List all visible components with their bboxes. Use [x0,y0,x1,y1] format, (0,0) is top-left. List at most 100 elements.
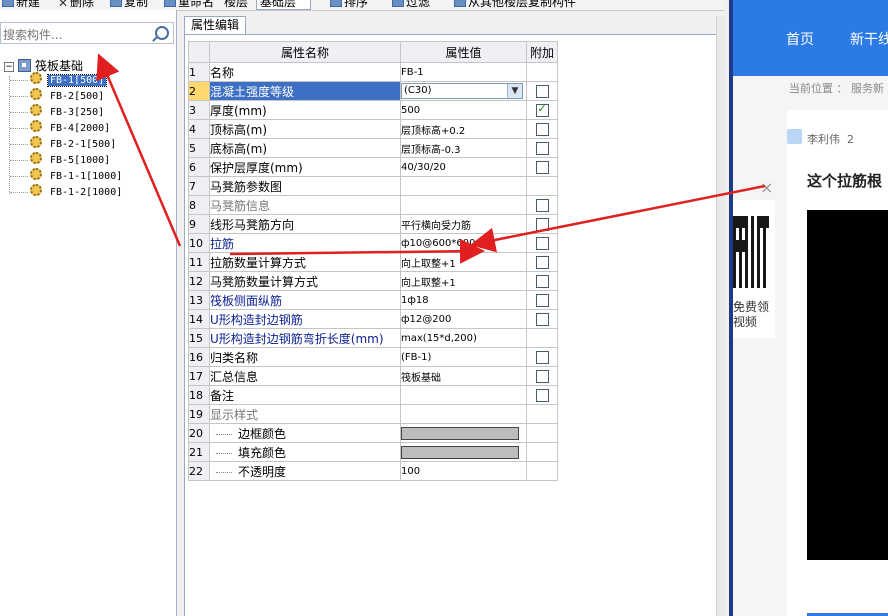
tree-item[interactable]: FB-5[1000] [9,152,112,168]
property-value-cell[interactable] [400,423,527,443]
tree-item[interactable]: FB-4[2000] [9,120,112,136]
property-name-cell[interactable]: U形构造封边钢筋弯折长度(mm) [209,328,401,348]
property-value-cell[interactable]: 层顶标高-0.3 [400,138,527,158]
property-name-cell[interactable]: 拉筋 [209,233,401,253]
nav-next-link[interactable]: 新干线 [850,29,888,49]
extra-checkbox[interactable] [535,312,549,326]
delete-button[interactable]: ✕ 删除 [58,0,94,10]
property-row[interactable]: 12 马凳筋数量计算方式 向上取整+1 [188,271,558,291]
border-color-swatch[interactable] [401,426,519,440]
property-name-cell[interactable]: 拉筋数量计算方式 [209,252,401,272]
rename-button[interactable]: 重命名 [164,0,214,10]
tree-item[interactable]: FB-1[500] [9,72,108,88]
author-name[interactable]: 李利伟 [807,133,840,146]
property-value-cell[interactable] [400,176,527,196]
tab-property-edit[interactable]: 属性编辑 [184,16,247,34]
tree-item[interactable]: FB-1-2[1000] [9,184,124,200]
search-box[interactable]: 搜索构件... [0,22,174,44]
property-row[interactable]: 2 混凝土强度等级 (C30) ▼ [188,81,558,101]
property-row[interactable]: 18 备注 [188,385,558,405]
property-row[interactable]: 11 拉筋数量计算方式 向上取整+1 [188,252,558,272]
video-player[interactable] [807,210,888,560]
extra-checkbox[interactable] [535,350,549,364]
property-value-cell[interactable]: FB-1 [400,62,527,82]
property-name-cell[interactable]: 填充颜色 [209,442,401,462]
property-value-cell[interactable]: (C30) ▼ [400,81,527,101]
property-value-cell[interactable]: ф12@200 [400,309,527,329]
property-row[interactable]: 17 汇总信息 筏板基础 [188,366,558,386]
property-row[interactable]: 8 马凳筋信息 [188,195,558,215]
property-row[interactable]: 5 底标高(m) 层顶标高-0.3 [188,138,558,158]
property-value-cell[interactable]: ф10@600*600 [400,233,527,253]
property-name-cell[interactable]: 不透明度 [209,461,401,481]
property-row[interactable]: 4 顶标高(m) 层顶标高+0.2 [188,119,558,139]
property-value-cell[interactable] [400,195,527,215]
copy-button[interactable]: 复制 [110,0,148,10]
property-name-cell[interactable]: 底标高(m) [209,138,401,158]
tree-item[interactable]: FB-2-1[500] [9,136,118,152]
extra-checkbox[interactable] [535,255,549,269]
property-name-cell[interactable]: 保护层厚度(mm) [209,157,401,177]
extra-checkbox[interactable] [535,274,549,288]
property-row[interactable]: 16 归类名称 (FB-1) [188,347,558,367]
nav-home-link[interactable]: 首页 [786,29,814,49]
property-value-cell[interactable] [400,404,527,424]
filter-button[interactable]: 过滤 [392,0,430,10]
property-value-cell[interactable]: 500 [400,100,527,120]
property-value-cell[interactable] [400,385,527,405]
property-row[interactable]: 9 线形马凳筋方向 平行横向受力筋 [188,214,558,234]
property-name-cell[interactable]: U形构造封边钢筋 [209,309,401,329]
extra-checkbox[interactable] [535,217,549,231]
fill-color-swatch[interactable] [401,445,519,459]
property-name-cell[interactable]: 线形马凳筋方向 [209,214,401,234]
property-value-cell[interactable]: 平行横向受力筋 [400,214,527,234]
property-value-cell[interactable]: 1ф18 [400,290,527,310]
floor-select[interactable]: 基础层 [256,0,312,10]
extra-checkbox[interactable] [535,84,549,98]
property-value-cell[interactable]: 向上取整+1 [400,271,527,291]
property-name-cell[interactable]: 筏板侧面纵筋 [209,290,401,310]
tree-item[interactable]: FB-1-1[1000] [9,168,124,184]
property-value-cell[interactable]: 向上取整+1 [400,252,527,272]
property-row[interactable]: 15 U形构造封边钢筋弯折长度(mm) max(15*d,200) [188,328,558,348]
property-row[interactable]: 6 保护层厚度(mm) 40/30/20 [188,157,558,177]
extra-checkbox[interactable] [535,160,549,174]
extra-checkbox[interactable] [535,198,549,212]
property-row[interactable]: 22 不透明度 100 [188,461,558,481]
tree-item[interactable]: FB-2[500] [9,88,106,104]
property-value-cell[interactable] [400,442,527,462]
chevron-down-icon[interactable]: ▼ [507,84,522,98]
collapse-icon[interactable]: − [4,62,14,72]
extra-checkbox[interactable] [535,102,549,117]
property-row[interactable]: 10 拉筋 ф10@600*600 [188,233,558,253]
property-name-cell[interactable]: −显示样式 [209,404,401,424]
copy-from-floor-button[interactable]: 从其他楼层复制构件 [454,0,576,10]
property-name-cell[interactable]: 名称 [209,62,401,82]
extra-checkbox[interactable] [535,293,549,307]
property-name-cell[interactable]: 马凳筋信息 [209,195,401,215]
new-button[interactable]: 新建 [2,0,40,10]
property-row[interactable]: 20 边框颜色 [188,423,558,443]
property-name-cell[interactable]: 边框颜色 [209,423,401,443]
property-name-cell[interactable]: 马凳筋数量计算方式 [209,271,401,291]
extra-checkbox[interactable] [535,369,549,383]
close-icon[interactable]: × [760,178,773,197]
property-name-cell[interactable]: 顶标高(m) [209,119,401,139]
property-value-cell[interactable]: max(15*d,200) [400,328,527,348]
search-icon[interactable] [155,26,169,40]
concrete-grade-dropdown[interactable]: (C30) ▼ [401,83,523,99]
extra-checkbox[interactable] [535,141,549,155]
property-value-cell[interactable]: 层顶标高+0.2 [400,119,527,139]
property-row[interactable]: 19−显示样式 [188,404,558,424]
property-row[interactable]: 13 筏板侧面纵筋 1ф18 [188,290,558,310]
property-name-cell[interactable]: 备注 [209,385,401,405]
property-row[interactable]: 21 填充颜色 [188,442,558,462]
extra-checkbox[interactable] [535,122,549,136]
extra-checkbox[interactable] [535,388,549,402]
sort-button[interactable]: 排序 [330,0,368,10]
extra-checkbox[interactable] [535,236,549,250]
property-value-cell[interactable]: (FB-1) [400,347,527,367]
vertical-scrollbar[interactable] [716,16,725,616]
property-value-cell[interactable]: 40/30/20 [400,157,527,177]
property-value-cell[interactable]: 筏板基础 [400,366,527,386]
